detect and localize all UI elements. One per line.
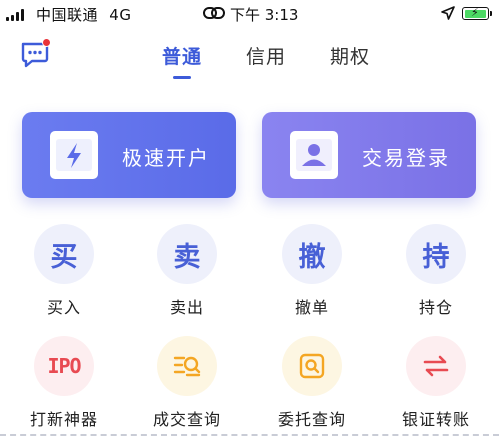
sell-glyph: 卖 (173, 241, 201, 273)
tab-options[interactable]: 期权 (308, 42, 392, 69)
buy-icon: 买 (34, 224, 94, 284)
bank-transfer-label: 银证转账 (401, 410, 470, 429)
trade-query-label: 成交查询 (152, 410, 221, 429)
positions-label: 持仓 (418, 298, 453, 317)
open-account-button[interactable]: 极速开户 (22, 112, 236, 198)
ipo-shortcut[interactable]: IPO 打新神器 (14, 336, 114, 430)
buy-glyph: 买 (50, 241, 78, 273)
network-type: 4G (109, 6, 132, 24)
order-search-icon (282, 336, 342, 396)
trade-panel: 极速开户 交易登录 买 买入 卖 卖出 撤 撤单 持 持仓 IPO 打新神器 成… (0, 82, 499, 440)
positions-glyph: 持 (422, 241, 450, 273)
top-header: 普通 信用 期权 (0, 28, 499, 82)
bank-transfer-shortcut[interactable]: 银证转账 (386, 336, 486, 430)
positions-icon: 持 (406, 224, 466, 284)
link-icon (203, 6, 225, 24)
location-icon (441, 6, 455, 24)
trade-query-shortcut[interactable]: 成交查询 (137, 336, 237, 430)
ipo-label: 打新神器 (29, 410, 98, 429)
tab-credit[interactable]: 信用 (224, 42, 308, 69)
order-query-label: 委托查询 (277, 410, 346, 429)
battery-icon: ⚡ (462, 6, 492, 20)
order-query-shortcut[interactable]: 委托查询 (262, 336, 362, 430)
buy-label: 买入 (46, 298, 81, 317)
open-account-label: 极速开户 (122, 146, 210, 170)
divider (0, 434, 499, 436)
user-icon (290, 131, 338, 179)
sell-shortcut[interactable]: 卖 卖出 (137, 224, 237, 318)
list-search-icon (157, 336, 217, 396)
carrier-label: 中国联通 4G (36, 4, 131, 25)
carrier-name: 中国联通 (36, 6, 99, 24)
tab-normal[interactable]: 普通 (140, 42, 224, 79)
signal-icon (6, 9, 24, 21)
positions-shortcut[interactable]: 持 持仓 (386, 224, 486, 318)
ipo-glyph: IPO (47, 354, 81, 378)
transfer-arrows-icon (406, 336, 466, 396)
buy-shortcut[interactable]: 买 买入 (14, 224, 114, 318)
notification-badge (42, 38, 51, 47)
clock: 下午 3:13 (230, 6, 299, 24)
ipo-icon: IPO (34, 336, 94, 396)
cancel-order-label: 撤单 (294, 298, 329, 317)
sell-icon: 卖 (157, 224, 217, 284)
status-bar: 中国联通 4G 下午 3:13 ⚡ (0, 0, 499, 28)
lightning-icon (50, 131, 98, 179)
trade-login-label: 交易登录 (362, 146, 450, 170)
cancel-order-icon: 撤 (282, 224, 342, 284)
account-type-tabs: 普通 信用 期权 (140, 42, 392, 79)
trade-login-button[interactable]: 交易登录 (262, 112, 476, 198)
sell-label: 卖出 (169, 298, 204, 317)
cancel-order-shortcut[interactable]: 撤 撤单 (262, 224, 362, 318)
cancel-order-glyph: 撤 (298, 241, 326, 273)
